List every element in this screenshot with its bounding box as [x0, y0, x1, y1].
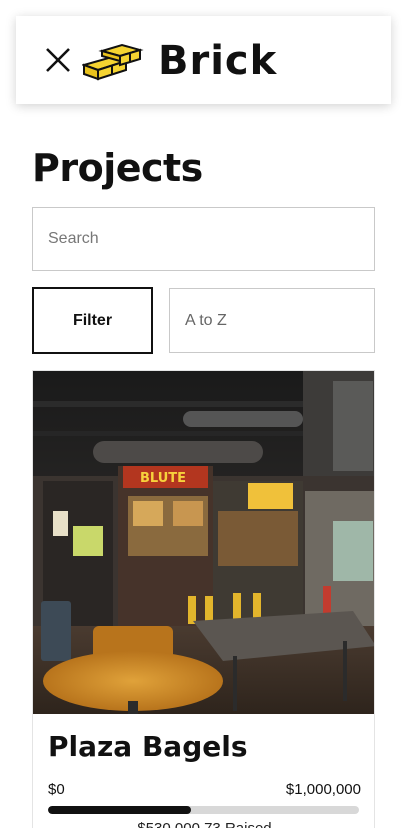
funding-progress-fill — [48, 806, 192, 814]
bricks-logo-icon — [82, 43, 144, 81]
project-card[interactable]: BLUTE Plaza Bagels $0 $1,000,000 — [32, 370, 375, 828]
funding-min: $0 — [48, 781, 65, 798]
search-input[interactable] — [32, 207, 375, 271]
top-bar: Brick — [16, 16, 391, 104]
restaurant-interior-photo: BLUTE — [33, 371, 374, 714]
close-icon — [46, 48, 70, 72]
sort-select[interactable]: A to Z — [169, 288, 375, 353]
funding-range: $0 $1,000,000 — [48, 781, 361, 798]
brick-logo[interactable]: Brick — [82, 36, 277, 86]
brand-name: Brick — [158, 38, 278, 84]
project-image[interactable]: BLUTE — [33, 371, 374, 714]
project-title[interactable]: Plaza Bagels — [48, 730, 361, 763]
funding-goal: $1,000,000 — [285, 781, 361, 798]
filter-button[interactable]: Filter — [32, 287, 153, 354]
funding-progress-bar — [48, 806, 359, 814]
close-menu-button[interactable] — [42, 44, 74, 76]
page-title: Projects — [32, 146, 203, 190]
svg-text:BLUTE: BLUTE — [140, 471, 186, 486]
amount-raised: $530,000.73 Raised — [48, 820, 361, 828]
project-card-body: Plaza Bagels $0 $1,000,000 $530,000.73 R… — [33, 714, 374, 828]
